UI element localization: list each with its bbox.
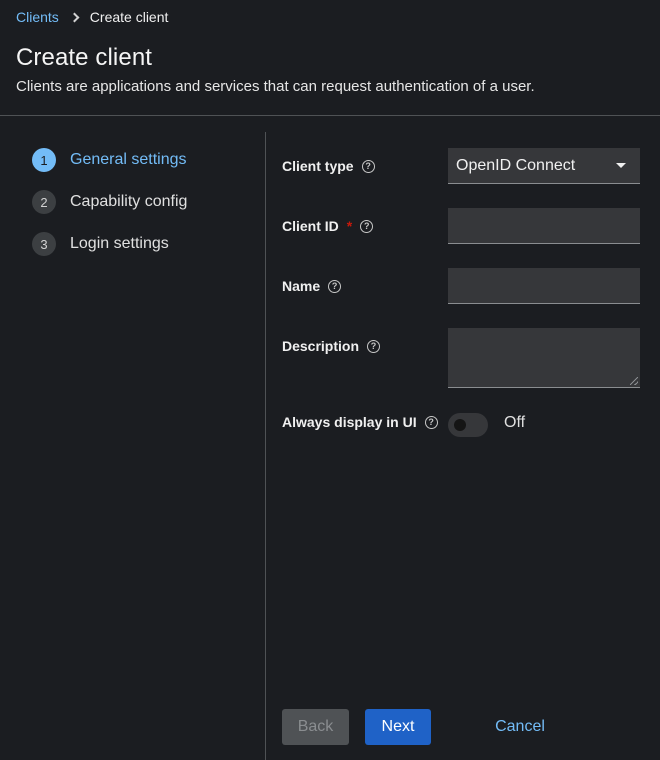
name-label: Name ? — [282, 278, 342, 294]
name-input[interactable] — [448, 268, 640, 304]
step-label: General settings — [70, 151, 187, 168]
client-type-label-text: Client type — [282, 158, 354, 174]
description-label: Description ? — [282, 338, 381, 354]
caret-down-icon — [616, 163, 626, 168]
wizard-step-login-settings[interactable]: 3 Login settings — [32, 232, 169, 256]
client-id-label-text: Client ID — [282, 218, 339, 234]
client-type-select[interactable]: OpenID Connect — [448, 148, 640, 184]
wizard-step-general-settings[interactable]: 1 General settings — [32, 148, 187, 172]
always-display-label: Always display in UI ? — [282, 414, 438, 430]
toggle-state-text: Off — [504, 414, 526, 431]
step-label: Capability config — [70, 193, 188, 210]
next-button[interactable]: Next — [365, 709, 431, 745]
help-icon[interactable]: ? — [367, 339, 381, 353]
help-icon[interactable]: ? — [328, 279, 342, 293]
wizard-divider — [265, 132, 266, 760]
help-icon[interactable]: ? — [424, 415, 438, 429]
breadcrumb-current: Create client — [89, 9, 169, 25]
cancel-button[interactable]: Cancel — [480, 709, 560, 745]
help-icon[interactable]: ? — [361, 159, 375, 173]
name-label-text: Name — [282, 278, 321, 294]
step-number-badge: 2 — [32, 190, 56, 214]
step-number-badge: 3 — [32, 232, 56, 256]
chevron-right-icon — [69, 12, 80, 22]
description-textarea[interactable] — [448, 328, 640, 388]
page-subtitle: Clients are applications and services th… — [16, 78, 535, 95]
client-type-value: OpenID Connect — [456, 156, 576, 174]
client-type-label: Client type ? — [282, 158, 375, 174]
description-label-text: Description — [282, 338, 360, 354]
breadcrumb-clients-link[interactable]: Clients — [16, 9, 59, 25]
wizard-step-capability-config[interactable]: 2 Capability config — [32, 190, 187, 214]
help-icon[interactable]: ? — [360, 219, 374, 233]
required-asterisk: * — [346, 218, 353, 234]
step-label: Login settings — [70, 235, 169, 252]
client-id-label: Client ID * ? — [282, 218, 374, 234]
client-id-input[interactable] — [448, 208, 640, 244]
toggle-knob — [454, 419, 466, 431]
always-display-label-text: Always display in UI — [282, 414, 417, 430]
step-number-badge: 1 — [32, 148, 56, 172]
page-title: Create client — [16, 44, 153, 71]
back-button[interactable]: Back — [282, 709, 349, 745]
breadcrumb: Clients Create client — [16, 7, 168, 27]
always-display-toggle[interactable] — [448, 413, 488, 437]
create-client-page: Clients Create client Create client Clie… — [0, 0, 660, 760]
